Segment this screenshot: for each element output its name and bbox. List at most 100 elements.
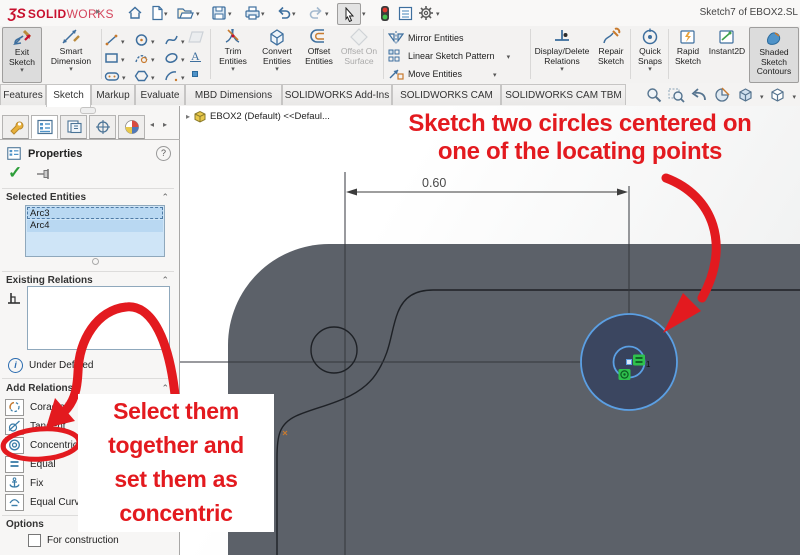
quick-snaps-dropdown-icon[interactable]: ▾	[648, 66, 652, 74]
for-construction-checkbox[interactable]	[28, 534, 41, 547]
section-view-icon[interactable]	[714, 87, 731, 103]
conic-dropdown-icon[interactable]	[151, 49, 155, 67]
point-tool[interactable]	[190, 69, 200, 79]
display-delete-relations-button[interactable]: Display/Delete Relations ▾	[533, 27, 591, 81]
relation-concentric[interactable]: Concentric	[5, 437, 78, 453]
repair-sketch-button[interactable]: Repair Sketch	[592, 27, 630, 81]
zoom-to-fit-icon[interactable]	[646, 87, 662, 103]
move-entities-button[interactable]: Move Entities	[388, 67, 497, 80]
trim-entities-button[interactable]: Trim Entities ▾	[213, 27, 253, 81]
quick-snaps-button[interactable]: Quick Snaps ▾	[633, 27, 667, 81]
redo-dropdown-icon[interactable]: ▾	[325, 10, 329, 18]
tab-solidworks-add-ins[interactable]: SOLIDWORKS Add-Ins	[282, 84, 392, 105]
text-tool[interactable]: A	[188, 48, 203, 63]
home-icon[interactable]	[126, 4, 144, 22]
shaded-sketch-contours-button[interactable]: Shaded Sketch Contours	[749, 27, 799, 83]
pin-icon[interactable]	[36, 168, 52, 180]
relation-tangent[interactable]: Tangent	[5, 418, 66, 434]
tree-root-label[interactable]: EBOX2 (Default) <<Defaul...	[210, 111, 330, 122]
instant2d-button[interactable]: Instant2D	[707, 27, 747, 81]
line-dropdown-icon[interactable]	[121, 31, 125, 49]
select-dropdown-icon[interactable]: ▾	[362, 10, 366, 18]
feature-manager-tab[interactable]	[2, 115, 29, 139]
move-entities-dropdown-icon[interactable]	[493, 69, 497, 79]
view-orientation-icon[interactable]	[769, 87, 786, 103]
ellipse-tool[interactable]	[164, 49, 185, 67]
rapid-sketch-button[interactable]: Rapid Sketch	[670, 27, 706, 81]
selected-entities-listbox[interactable]: Arc3 Arc4	[25, 205, 165, 257]
configuration-manager-tab[interactable]	[60, 115, 87, 139]
conic-tool[interactable]	[134, 49, 155, 67]
open-icon[interactable]	[176, 4, 194, 22]
existing-relations-listbox[interactable]	[27, 286, 170, 350]
line-tool[interactable]	[104, 31, 125, 49]
relation-fix[interactable]: Fix	[5, 475, 43, 491]
panel-splitter-handle[interactable]	[80, 107, 96, 114]
tab-solidworks-cam-tbm[interactable]: SOLIDWORKS CAM TBM	[501, 84, 626, 105]
help-icon[interactable]: ?	[156, 146, 171, 161]
panel-tab-scroll-left-icon[interactable]: ◂	[150, 120, 154, 129]
exit-sketch-button[interactable]: Exit Sketch ▾	[2, 27, 42, 83]
spline-tool[interactable]	[164, 31, 185, 49]
relation-equal[interactable]: Equal	[5, 456, 56, 472]
convert-dropdown-icon[interactable]: ▾	[275, 66, 279, 74]
panel-tab-scroll-right-icon[interactable]: ▸	[163, 120, 167, 129]
dimxpert-manager-tab[interactable]	[89, 115, 116, 139]
new-dropdown-icon[interactable]: ▾	[164, 10, 168, 18]
feature-tree-root[interactable]: ▸ EBOX2 (Default) <<Defaul...	[186, 110, 330, 123]
settings-dropdown-icon[interactable]: ▾	[436, 10, 440, 18]
relation-coradial[interactable]: Coradial	[5, 399, 67, 415]
save-dropdown-icon[interactable]: ▾	[228, 10, 232, 18]
trim-dropdown-icon[interactable]: ▾	[231, 66, 235, 74]
linear-pattern-dropdown-icon[interactable]	[507, 51, 511, 61]
options-list-icon[interactable]	[396, 4, 414, 22]
circle-tool[interactable]	[134, 31, 155, 49]
tab-solidworks-cam[interactable]: SOLIDWORKS CAM	[392, 84, 501, 105]
tree-expand-icon[interactable]: ▸	[186, 112, 190, 121]
exit-sketch-dropdown-icon[interactable]: ▾	[20, 67, 24, 75]
add-relations-header[interactable]: Add Relations	[6, 383, 73, 394]
listbox-resize-handle[interactable]	[92, 258, 99, 265]
relation-badge-concentric[interactable]	[619, 369, 631, 380]
rebuild-traffic-light-icon[interactable]	[376, 4, 394, 22]
add-relations-collapse-icon[interactable]: ⌃	[161, 383, 169, 394]
view-orientation-dropdown-icon[interactable]	[792, 86, 796, 104]
circle-center-point[interactable]	[627, 360, 632, 365]
existing-relations-collapse-icon[interactable]: ⌃	[161, 275, 169, 286]
undo-icon[interactable]	[275, 4, 293, 22]
menu-expand-icon[interactable]: ▸	[96, 6, 101, 17]
smart-dimension-dropdown-icon[interactable]: ▾	[69, 66, 73, 74]
tab-sketch[interactable]: Sketch	[46, 84, 91, 107]
open-dropdown-icon[interactable]: ▾	[196, 10, 200, 18]
spline-dropdown-icon[interactable]	[181, 31, 185, 49]
undo-dropdown-icon[interactable]: ▾	[292, 10, 296, 18]
ok-button[interactable]: ✓	[8, 164, 22, 181]
existing-relations-header[interactable]: Existing Relations	[6, 275, 93, 286]
print-icon[interactable]	[243, 4, 261, 22]
tab-features[interactable]: Features	[0, 84, 46, 105]
list-item[interactable]: Arc4	[27, 220, 163, 232]
for-construction-row[interactable]: For construction	[28, 534, 119, 547]
rectangle-dropdown-icon[interactable]	[121, 49, 125, 67]
smart-dimension-button[interactable]: Smart Dimension ▾	[42, 27, 100, 81]
zoom-to-area-icon[interactable]	[668, 87, 685, 103]
redo-icon[interactable]	[307, 4, 325, 22]
property-manager-tab[interactable]	[31, 115, 58, 139]
display-manager-tab[interactable]	[118, 115, 145, 139]
circle-dropdown-icon[interactable]	[151, 31, 155, 49]
convert-entities-button[interactable]: Convert Entities ▾	[255, 27, 299, 81]
rectangle-tool[interactable]	[104, 49, 125, 67]
settings-gear-icon[interactable]	[417, 4, 435, 22]
tab-markup[interactable]: Markup	[91, 84, 135, 105]
ellipse-dropdown-icon[interactable]	[181, 49, 185, 67]
list-item[interactable]: Arc3	[27, 207, 163, 219]
previous-view-icon[interactable]	[691, 87, 708, 103]
dimension-value[interactable]: 0.60	[422, 176, 446, 190]
options-header[interactable]: Options	[6, 519, 44, 530]
save-icon[interactable]	[210, 4, 228, 22]
offset-entities-button[interactable]: Offset Entities	[300, 27, 338, 81]
selected-entities-header[interactable]: Selected Entities	[6, 192, 86, 203]
display-style-icon[interactable]	[737, 87, 754, 103]
display-delete-dropdown-icon[interactable]: ▾	[560, 66, 564, 74]
display-style-dropdown-icon[interactable]	[760, 86, 764, 104]
